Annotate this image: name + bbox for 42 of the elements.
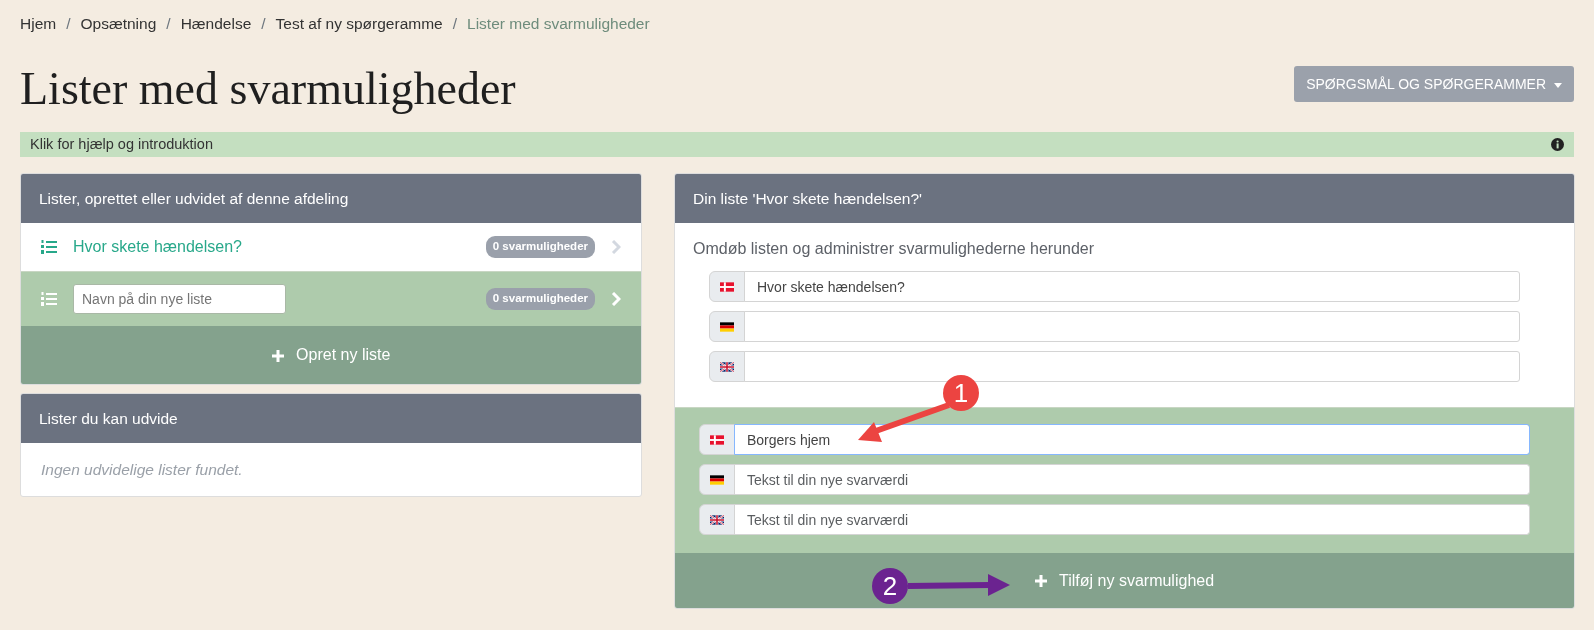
panel-header: Din liste 'Hvor skete hændelsen?': [675, 174, 1574, 223]
step-number-marker: 2: [872, 568, 908, 604]
caret-icon: [1554, 82, 1562, 88]
breadcrumb-link[interactable]: Test af ny spørgeramme: [275, 12, 443, 36]
flag-icon: [720, 280, 734, 293]
flag-icon: [710, 433, 724, 446]
option-text-field[interactable]: Tekst til din nye svarværdi: [734, 504, 1530, 535]
plus-icon: [1034, 575, 1047, 588]
step-number-marker: 1: [943, 375, 979, 411]
panel-header: Lister, oprettet eller udvidet af denne afdeling: [21, 174, 641, 223]
numbered-list-icon: [41, 240, 57, 254]
option-count-badge: 0 svarmuligheder: [485, 236, 595, 258]
plus-icon: [271, 349, 284, 362]
info-icon: [1551, 138, 1564, 151]
panel-header: Lister du kan udvide: [21, 394, 641, 443]
flag-icon: [720, 320, 734, 333]
option-text-field[interactable]: Tekst til din nye svarværdi: [734, 464, 1530, 495]
list-name-field[interactable]: Hvor skete hændelsen?: [744, 271, 1520, 302]
breadcrumb-separator: /: [66, 14, 71, 35]
help-text: Klik for hjælp og introduktion: [30, 134, 213, 154]
page-title: Lister med svarmuligheder: [20, 66, 516, 112]
flag-icon: [710, 473, 724, 486]
breadcrumb-separator: /: [166, 14, 171, 35]
breadcrumb-separator: /: [261, 14, 266, 35]
flag-icon: [710, 513, 724, 526]
empty-message: Ingen udvidelige lister fundet.: [40, 460, 244, 480]
instruction-text: Omdøb listen og administrer svarmulighederne herunder: [692, 239, 1096, 259]
chevron-right-icon: [611, 240, 621, 254]
list-name-field[interactable]: [744, 311, 1520, 342]
breadcrumb-link[interactable]: Opsætning: [80, 12, 157, 36]
flag-icon: [720, 360, 734, 373]
help-bar[interactable]: Klik for hjælp og introduktion: [20, 132, 1574, 157]
breadcrumb-link[interactable]: Hjem: [20, 12, 57, 36]
numbered-list-icon: [41, 292, 57, 306]
breadcrumb-current: Lister med svarmuligheder: [467, 14, 650, 35]
list-name-field[interactable]: [744, 351, 1520, 382]
breadcrumb-separator: /: [452, 14, 457, 35]
chevron-right-icon: [611, 292, 621, 306]
breadcrumb-link[interactable]: Hændelse: [180, 12, 252, 36]
list-name-field[interactable]: Navn på din nye liste: [73, 284, 286, 314]
option-text-field[interactable]: Borgers hjem: [734, 424, 1530, 455]
option-count-badge: 0 svarmuligheder: [485, 288, 595, 310]
